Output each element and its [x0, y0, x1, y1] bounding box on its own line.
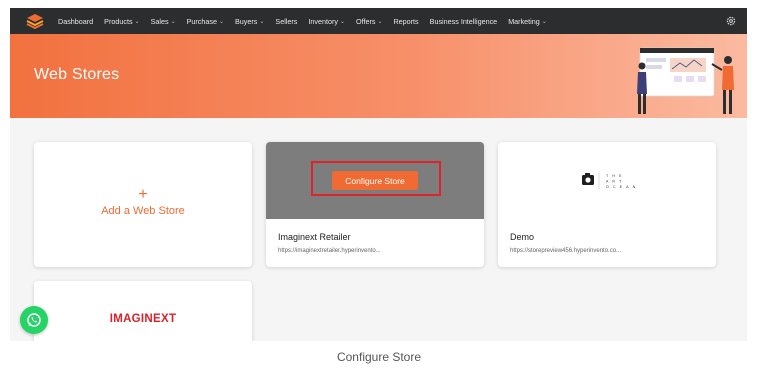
nav-item-purchase[interactable]: Purchase ⌄	[187, 17, 224, 26]
nav-item-label: Marketing	[508, 16, 540, 26]
nav-item-marketing[interactable]: Marketing ⌄	[508, 17, 547, 26]
nav-item-offers[interactable]: Offers ⌄	[356, 17, 382, 26]
store-card-imaginext-retailer[interactable]: Configure Store Imaginext Retailer https…	[266, 142, 484, 267]
screenshot-frame: Dashboard Products ⌄ Sales ⌄ Purchase ⌄ Buyers ⌄…	[10, 8, 747, 341]
nav-item-inventory[interactable]: Inventory ⌄	[308, 17, 345, 26]
nav-item-reports[interactable]: Reports	[393, 17, 418, 26]
chevron-down-icon: ⌄	[218, 18, 224, 25]
store-card-demo[interactable]: T H E A R T O C E A N Demo https://store…	[498, 142, 716, 267]
the-art-ocean-logo: T H E A R T O C E A N	[582, 173, 637, 189]
configure-store-button[interactable]: Configure Store	[332, 171, 418, 190]
store-url[interactable]: https://storepreview456.hyperinvento.co.…	[510, 248, 621, 254]
whatsapp-icon[interactable]	[20, 306, 48, 334]
svg-text:T H E: T H E	[606, 174, 623, 178]
chevron-down-icon: ⌄	[134, 18, 140, 25]
app-logo-icon[interactable]	[26, 13, 44, 29]
nav-item-label: Purchase	[186, 16, 217, 26]
nav-item-products[interactable]: Products ⌄	[104, 17, 139, 26]
store-url[interactable]: https://imaginextretailer.hyperinvento..…	[278, 248, 381, 254]
nav-item-sellers[interactable]: Sellers	[275, 17, 297, 26]
chevron-down-icon: ⌄	[377, 18, 383, 25]
chevron-down-icon: ⌄	[541, 18, 547, 25]
gear-icon[interactable]	[725, 15, 737, 27]
store-name: Demo	[510, 232, 535, 242]
chevron-down-icon: ⌄	[170, 18, 176, 25]
nav-item-label: Products	[104, 16, 133, 26]
nav-item-label: Sellers	[275, 16, 298, 26]
nav-item-label: Reports	[393, 16, 419, 26]
top-navigation: Dashboard Products ⌄ Sales ⌄ Purchase ⌄ Buyers ⌄…	[10, 8, 747, 34]
main-menu: Dashboard Products ⌄ Sales ⌄ Purchase ⌄ Buyers ⌄…	[58, 8, 558, 34]
nav-item-label: Business Intelligence	[429, 16, 498, 26]
plus-icon: +	[138, 186, 148, 203]
store-card-imaginext[interactable]: IMAGINEXT	[34, 281, 252, 341]
nav-item-label: Offers	[356, 16, 376, 26]
nav-item-label: Dashboard	[58, 16, 94, 26]
nav-item-label: Buyers	[235, 16, 258, 26]
nav-item-label: Sales	[150, 16, 169, 26]
nav-item-label: Inventory	[308, 16, 338, 26]
svg-text:O C E A N: O C E A N	[606, 185, 637, 189]
people-with-dashboard-illustration	[637, 47, 734, 114]
nav-item-dashboard[interactable]: Dashboard	[58, 17, 93, 26]
page-title: Web Stores	[34, 66, 120, 83]
add-web-store-card[interactable]: + Add a Web Store	[34, 142, 252, 267]
chevron-down-icon: ⌄	[259, 18, 265, 25]
svg-text:A R T: A R T	[606, 180, 623, 184]
add-web-store-label: Add a Web Store	[101, 205, 185, 217]
imaginext-logo: IMAGINEXT	[109, 313, 177, 325]
figure-caption: Configure Store	[336, 350, 422, 364]
nav-item-buyers[interactable]: Buyers ⌄	[235, 17, 264, 26]
store-name: Imaginext Retailer	[278, 232, 351, 242]
chevron-down-icon: ⌄	[339, 18, 345, 25]
nav-item-business-intelligence[interactable]: Business Intelligence	[430, 17, 498, 26]
nav-item-sales[interactable]: Sales ⌄	[151, 17, 176, 26]
page-header-banner: Web Stores	[10, 34, 747, 118]
